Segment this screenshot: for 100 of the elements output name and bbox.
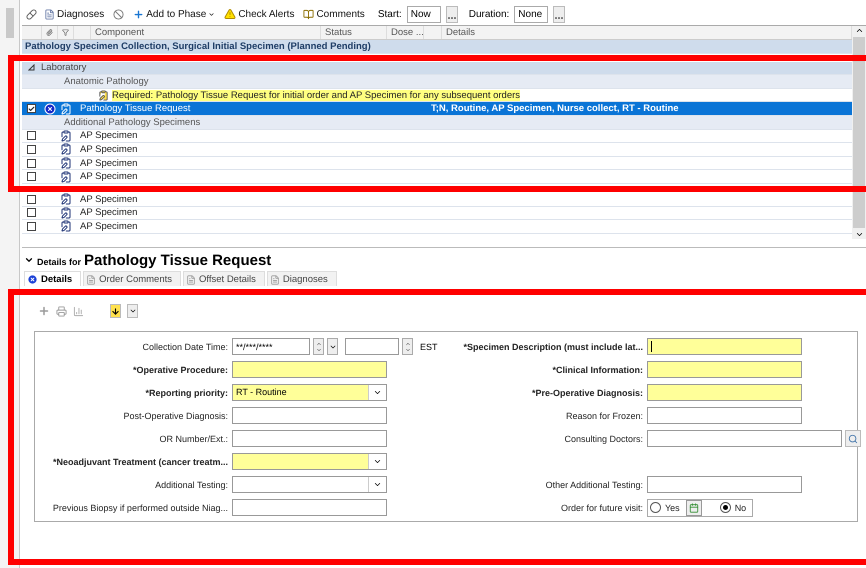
order-row[interactable]: AP Specimen bbox=[22, 192, 852, 207]
clipboard-icon bbox=[60, 193, 72, 206]
time-field[interactable] bbox=[345, 338, 399, 355]
dropdown-button[interactable] bbox=[327, 338, 338, 355]
input-field[interactable] bbox=[232, 430, 387, 447]
checkbox[interactable] bbox=[27, 104, 36, 114]
phase-title: Pathology Specimen Collection, Surgical Initial Specimen (Planned Pending) bbox=[25, 40, 371, 52]
column-header[interactable]: Component bbox=[95, 27, 144, 38]
input-field[interactable] bbox=[647, 430, 842, 447]
radio-button[interactable] bbox=[650, 502, 661, 513]
order-row[interactable]: AP Specimen bbox=[22, 130, 852, 144]
order-row[interactable]: Pathology Tissue Request T;N, Routine, AP Specimen, Nurse collect, RT - Routine bbox=[22, 102, 852, 116]
subcategory-label: Additional Pathology Specimens bbox=[64, 116, 200, 128]
chevron-down-icon bbox=[404, 346, 410, 352]
clipboard-icon bbox=[60, 220, 72, 232]
field-label: Additional Testing: bbox=[154, 480, 228, 490]
calendar-icon bbox=[688, 502, 699, 512]
spin-buttons[interactable] bbox=[402, 338, 413, 355]
chevron-down-icon bbox=[854, 230, 864, 239]
checkbox[interactable] bbox=[27, 194, 36, 204]
radio-button[interactable] bbox=[720, 502, 731, 513]
ellipsis-button[interactable] bbox=[553, 6, 566, 22]
checkbox[interactable] bbox=[27, 172, 36, 182]
order-name: AP Specimen bbox=[80, 130, 138, 142]
order-row[interactable]: AP Specimen bbox=[22, 156, 852, 170]
tab[interactable]: Details bbox=[24, 271, 82, 286]
printer-icon[interactable] bbox=[56, 306, 67, 316]
toolbar-button[interactable]: Add to Phase bbox=[131, 8, 218, 20]
chevron-up-icon bbox=[854, 26, 864, 35]
chevron-button[interactable] bbox=[127, 304, 138, 318]
clipboard-icon bbox=[60, 130, 72, 142]
duration-field[interactable]: None bbox=[514, 6, 548, 22]
chevron-up-icon bbox=[404, 340, 410, 346]
cancel-button[interactable] bbox=[111, 8, 126, 20]
start-field[interactable]: Now bbox=[406, 6, 441, 22]
start-label: Start: bbox=[378, 8, 402, 20]
tab[interactable]: Order Comments bbox=[83, 271, 182, 286]
date-field[interactable]: **/***/**** bbox=[232, 338, 310, 355]
spin-buttons[interactable] bbox=[313, 338, 324, 355]
dropdown-field[interactable] bbox=[232, 476, 387, 493]
checkbox[interactable] bbox=[27, 131, 36, 140]
input-field[interactable] bbox=[647, 361, 802, 378]
chevron-down-icon bbox=[373, 388, 382, 397]
order-row[interactable]: AP Specimen bbox=[22, 143, 852, 157]
down-arrow-icon bbox=[111, 306, 120, 316]
chevron-down-icon bbox=[373, 480, 382, 489]
scrollbar-thumb[interactable] bbox=[6, 8, 14, 38]
dropdown-field[interactable]: RT - Routine bbox=[232, 384, 387, 401]
down-arrow-button[interactable] bbox=[110, 304, 121, 318]
dropdown-field[interactable] bbox=[232, 453, 387, 470]
toolbar-button[interactable]: Comments bbox=[301, 8, 367, 20]
chevron-up-icon bbox=[316, 340, 322, 346]
details-title: Pathology Tissue Request bbox=[84, 252, 272, 269]
field-label: Order for future visit: bbox=[560, 502, 643, 512]
toolbar-button[interactable]: Check Alerts bbox=[222, 8, 296, 20]
input-field[interactable] bbox=[647, 476, 802, 493]
book-icon bbox=[303, 8, 314, 20]
tab[interactable]: Diagnoses bbox=[266, 271, 337, 286]
clipboard-icon bbox=[60, 206, 72, 219]
cancel-icon bbox=[27, 274, 38, 285]
collapse-icon[interactable] bbox=[24, 255, 34, 265]
checkbox[interactable] bbox=[27, 222, 36, 231]
option-label: Yes bbox=[665, 502, 680, 512]
order-row[interactable]: AP Specimen bbox=[22, 170, 852, 184]
check-icon bbox=[28, 104, 35, 113]
order-row[interactable]: AP Specimen bbox=[22, 206, 852, 220]
field-label: Reason for Frozen: bbox=[564, 410, 643, 420]
option-label: No bbox=[734, 502, 746, 512]
chart-icon[interactable] bbox=[73, 306, 84, 316]
field-label: *Pre-Operative Diagnosis: bbox=[530, 388, 643, 398]
order-name: AP Specimen bbox=[80, 171, 138, 182]
calendar-button[interactable] bbox=[686, 500, 702, 516]
column-header[interactable]: Details bbox=[446, 27, 476, 38]
checkbox[interactable] bbox=[27, 158, 36, 168]
column-header[interactable]: Dose ... bbox=[391, 27, 424, 38]
field-label: Previous Biopsy if performed outside Niag... bbox=[52, 502, 228, 512]
checkbox[interactable] bbox=[27, 144, 36, 154]
input-field[interactable] bbox=[647, 384, 802, 401]
input-field[interactable] bbox=[232, 407, 387, 424]
order-name: AP Specimen bbox=[80, 220, 138, 232]
plus-icon[interactable] bbox=[38, 305, 50, 317]
order-row[interactable]: AP Specimen bbox=[22, 220, 852, 234]
input-field[interactable] bbox=[647, 407, 802, 424]
search-button[interactable] bbox=[845, 430, 861, 447]
ellipsis-button[interactable] bbox=[446, 6, 458, 22]
document-icon bbox=[86, 274, 96, 284]
scrollbar[interactable] bbox=[852, 26, 866, 239]
tab[interactable]: Offset Details bbox=[183, 271, 265, 286]
input-field[interactable] bbox=[232, 361, 387, 378]
capsule-icon[interactable] bbox=[26, 8, 37, 20]
input-field[interactable] bbox=[232, 499, 387, 516]
column-header[interactable]: Status bbox=[325, 27, 352, 38]
input-field[interactable] bbox=[647, 338, 802, 355]
checkbox[interactable] bbox=[27, 208, 36, 218]
field-label: OR Number/Ext.: bbox=[158, 434, 228, 444]
search-icon bbox=[848, 434, 858, 444]
expander-icon[interactable] bbox=[28, 64, 35, 72]
warning-icon bbox=[224, 8, 236, 20]
document-icon bbox=[186, 274, 196, 284]
toolbar-button[interactable]: Diagnoses bbox=[42, 8, 106, 20]
